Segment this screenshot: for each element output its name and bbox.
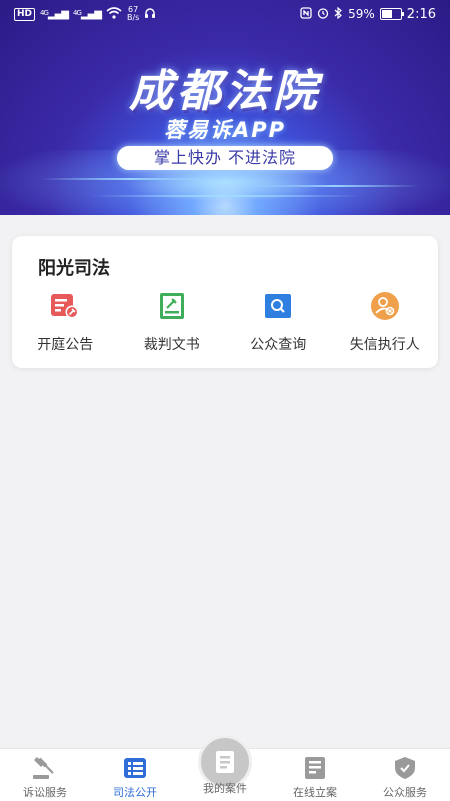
headset-icon xyxy=(144,7,156,22)
tab-litigation-service[interactable]: 诉讼服务 xyxy=(0,749,90,801)
tab-label: 我的案件 xyxy=(203,782,247,795)
section-title: 阳光司法 xyxy=(38,258,110,279)
dishonest-executee-icon xyxy=(369,290,401,322)
battery-percent: 59% xyxy=(348,7,375,21)
banner-light-streak xyxy=(90,195,360,197)
judgment-document-icon xyxy=(156,290,188,322)
public-search-icon xyxy=(262,290,294,322)
dishonest-executee-label: 失信执行人 xyxy=(349,337,420,353)
network-speed: 67 B/s xyxy=(126,5,140,22)
banner-light-streak xyxy=(250,185,420,187)
banner-light-streak xyxy=(40,178,220,180)
tab-label: 公众服务 xyxy=(383,786,427,799)
judgment-document-item[interactable]: 裁判文书 xyxy=(119,290,226,354)
service-grid: 开庭公告 裁判文书 公众查询 失信执行人 xyxy=(12,290,438,354)
banner-slogan: 掌上快办 不进法院 xyxy=(117,146,333,170)
online-filing-icon xyxy=(270,755,360,781)
shield-icon xyxy=(360,755,450,781)
public-search-label: 公众查询 xyxy=(250,337,307,353)
tab-label: 司法公开 xyxy=(113,786,157,799)
wifi-icon xyxy=(106,6,122,22)
status-bar: HD 4G▂▄▆ 4G▂▄▆ 67 B/s 59% 2:16 xyxy=(0,0,450,28)
bluetooth-icon xyxy=(334,6,343,22)
battery-icon xyxy=(379,8,404,20)
bottom-tab-bar: 诉讼服务 司法公开 我的案件 在线立案 公众服务 xyxy=(0,735,450,801)
sunshine-justice-card: 阳光司法 开庭公告 裁判文书 公众查询 失信执行人 xyxy=(12,236,438,368)
clock: 2:16 xyxy=(406,6,436,22)
court-notice-label: 开庭公告 xyxy=(37,337,94,353)
alarm-icon xyxy=(317,7,329,22)
nfc-icon xyxy=(300,6,312,22)
hd-indicator: HD xyxy=(14,7,36,21)
tab-public-service[interactable]: 公众服务 xyxy=(360,749,450,801)
tab-judicial-openness[interactable]: 司法公开 xyxy=(90,749,180,801)
court-notice-item[interactable]: 开庭公告 xyxy=(12,290,119,354)
judgment-document-label: 裁判文书 xyxy=(143,337,200,353)
header-banner: 成都法院 蓉易诉APP 掌上快办 不进法院 xyxy=(0,0,450,215)
tab-online-filing[interactable]: 在线立案 xyxy=(270,749,360,801)
tab-my-cases[interactable]: 我的案件 xyxy=(180,735,270,801)
dishonest-executee-item[interactable]: 失信执行人 xyxy=(332,290,439,354)
banner-title: 成都法院 xyxy=(129,66,321,117)
banner-subtitle: 蓉易诉APP xyxy=(163,118,287,142)
gavel-icon xyxy=(0,755,90,781)
tab-label: 诉讼服务 xyxy=(23,786,67,799)
tab-label: 在线立案 xyxy=(293,786,337,799)
court-notice-icon xyxy=(49,290,81,322)
public-search-item[interactable]: 公众查询 xyxy=(225,290,332,354)
signal-icon: 4G▂▄▆ xyxy=(72,8,102,20)
signal-icon: 4G▂▄▆ xyxy=(40,8,69,20)
list-icon xyxy=(90,755,180,781)
